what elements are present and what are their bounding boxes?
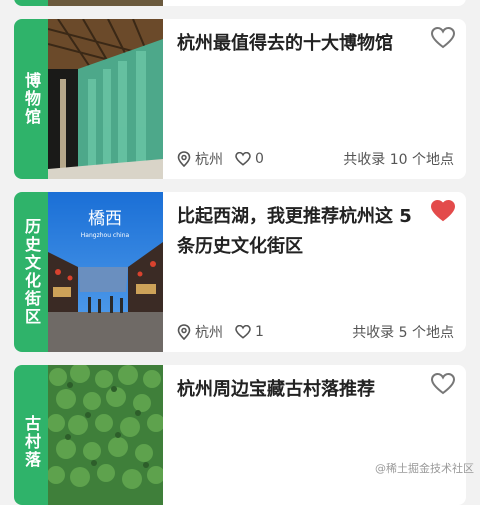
category-tag-label: 博物馆 xyxy=(22,72,41,126)
location-count: 共收录 10 个地点 xyxy=(343,152,454,168)
heart-outline-icon xyxy=(235,325,251,339)
card-info: 杭州最值得去的十大博物馆 杭州 0 共收录 10 个地点 xyxy=(163,19,466,179)
favorite-button[interactable] xyxy=(430,371,456,397)
heart-icon xyxy=(431,373,455,395)
location-pin-icon xyxy=(177,324,191,340)
thumbnail-title: 橋西 xyxy=(88,209,122,229)
city-label: 杭州 xyxy=(195,325,223,341)
location-pin-icon xyxy=(177,151,191,167)
thumbnail xyxy=(48,19,163,179)
city: 杭州 xyxy=(177,149,223,169)
category-tag: 历史文化街区 xyxy=(14,192,48,352)
list-item[interactable]: 博物馆 杭州最值得去的十大博物馆 杭州 0 共收录 10 个地点 xyxy=(14,19,466,179)
category-tag: 博物馆 xyxy=(14,19,48,179)
card-title[interactable]: 杭州周边宝藏古村落推荐 xyxy=(177,375,454,405)
heart-icon xyxy=(431,27,455,49)
watermark: @稀土掘金技术社区 xyxy=(375,462,474,475)
city: 杭州 xyxy=(177,322,223,342)
likes: 0 xyxy=(235,151,264,167)
location-count: 共收录 5 个地点 xyxy=(352,325,454,341)
thumbnail xyxy=(48,365,163,505)
list-item[interactable]: 古村落 杭州周边宝藏古村落推荐 xyxy=(14,365,466,505)
category-tag-label: 历史文化街区 xyxy=(22,218,41,326)
likes-count: 0 xyxy=(255,151,264,167)
thumbnail-subtitle: Hangzhou china xyxy=(81,232,130,239)
category-tag-label: 古村落 xyxy=(22,415,41,469)
list-item[interactable]: 历史文化街区 橋西 Hangzhou china 比起西湖，我更推荐杭州这 5 … xyxy=(14,192,466,352)
heart-icon xyxy=(431,200,455,222)
list-item[interactable] xyxy=(14,0,466,6)
likes: 1 xyxy=(235,324,264,340)
favorite-button[interactable] xyxy=(430,198,456,224)
city-label: 杭州 xyxy=(195,152,223,168)
card-meta: 杭州 0 共收录 10 个地点 xyxy=(177,149,454,169)
heart-outline-icon xyxy=(235,152,251,166)
card-info: 杭州周边宝藏古村落推荐 xyxy=(163,365,466,505)
card-title[interactable]: 杭州最值得去的十大博物馆 xyxy=(177,29,454,59)
category-tag xyxy=(14,0,48,6)
card-info: 比起西湖，我更推荐杭州这 5 条历史文化街区 杭州 1 共收录 5 个地点 xyxy=(163,192,466,352)
category-tag: 古村落 xyxy=(14,365,48,505)
card-meta: 杭州 1 共收录 5 个地点 xyxy=(177,322,454,342)
card-title[interactable]: 比起西湖，我更推荐杭州这 5 条历史文化街区 xyxy=(177,202,454,262)
favorite-button[interactable] xyxy=(430,25,456,51)
thumbnail xyxy=(48,0,163,6)
likes-count: 1 xyxy=(255,324,264,340)
thumbnail: 橋西 Hangzhou china xyxy=(48,192,163,352)
